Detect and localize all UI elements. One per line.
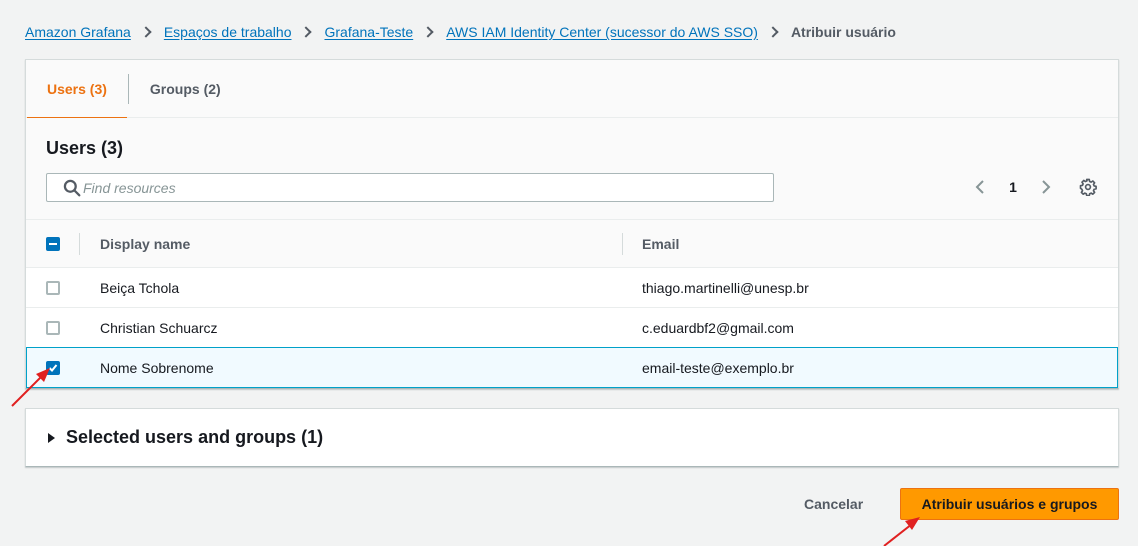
preferences-button[interactable] — [1073, 172, 1103, 202]
select-all-checkbox[interactable] — [46, 236, 60, 251]
caret-right-icon — [48, 432, 55, 443]
gear-icon — [1079, 178, 1097, 196]
table-header-row: Display name Email — [26, 219, 1118, 268]
column-divider — [79, 233, 80, 255]
tab-groups[interactable]: Groups (2) — [129, 60, 242, 118]
row-checkbox[interactable] — [46, 360, 60, 375]
table-row[interactable]: Nome Sobrenome email-teste@exemplo.br — [26, 347, 1118, 388]
select-all-cell — [46, 236, 60, 251]
breadcrumb-amazon-grafana[interactable]: Amazon Grafana — [25, 24, 131, 40]
user-display-name: Beiça Tchola — [100, 279, 180, 296]
table-row[interactable]: Beiça Tchola thiago.martinelli@unesp.br — [26, 268, 1118, 308]
chevron-left-icon — [975, 180, 984, 194]
breadcrumb-iam-identity-center[interactable]: AWS IAM Identity Center (sucessor do AWS… — [446, 24, 758, 40]
breadcrumb-grafana-teste[interactable]: Grafana-Teste — [324, 24, 413, 40]
users-table: Display name Email Beiça Tchola thiago.m… — [26, 219, 1118, 388]
checkmark-icon — [48, 363, 58, 372]
selected-users-label: Selected users and groups (1) — [66, 427, 324, 447]
selected-users-expander[interactable]: Selected users and groups (1) — [25, 408, 1119, 467]
tab-list: Users (3) Groups (2) — [26, 60, 1118, 119]
row-checkbox[interactable] — [46, 320, 60, 335]
row-checkbox[interactable] — [46, 280, 60, 295]
table-header: Users (3) 1 — [26, 118, 1118, 219]
column-divider — [622, 233, 623, 255]
chevron-right-icon — [140, 26, 152, 38]
breadcrumb: Amazon Grafana Espaços de trabalho Grafa… — [25, 22, 896, 42]
pagination: 1 — [965, 172, 1118, 202]
tab-users[interactable]: Users (3) — [26, 60, 128, 119]
chevron-right-icon — [422, 26, 434, 38]
chevron-right-icon — [1042, 180, 1051, 194]
column-header-display-name[interactable]: Display name — [100, 236, 190, 252]
user-email: thiago.martinelli@unesp.br — [642, 279, 809, 296]
users-groups-panel: Users (3) Groups (2) Users (3) 1 — [25, 59, 1119, 389]
row-select-cell — [46, 280, 60, 295]
search-icon — [63, 179, 81, 196]
table-row[interactable]: Christian Schuarcz c.eduardbf2@gmail.com — [26, 308, 1118, 348]
pagination-prev-button[interactable] — [965, 172, 995, 202]
user-email: c.eduardbf2@gmail.com — [642, 319, 794, 336]
pagination-next-button[interactable] — [1031, 172, 1061, 202]
chevron-right-icon — [300, 26, 313, 38]
breadcrumb-workspaces[interactable]: Espaços de trabalho — [164, 24, 292, 40]
row-select-cell — [46, 360, 60, 375]
chevron-right-icon — [767, 26, 779, 38]
column-header-email[interactable]: Email — [642, 236, 679, 252]
user-email: email-teste@exemplo.br — [642, 359, 794, 376]
cancel-button[interactable]: Cancelar — [790, 489, 877, 519]
user-display-name: Christian Schuarcz — [100, 319, 218, 336]
row-select-cell — [46, 320, 60, 335]
user-display-name: Nome Sobrenome — [100, 359, 214, 376]
search-input[interactable] — [83, 179, 723, 196]
pagination-current-page[interactable]: 1 — [995, 179, 1031, 195]
search-box — [46, 173, 774, 202]
breadcrumb-current: Atribuir usuário — [790, 24, 896, 40]
table-title: Users (3) — [46, 138, 124, 158]
assign-users-groups-button[interactable]: Atribuir usuários e grupos — [900, 488, 1119, 520]
